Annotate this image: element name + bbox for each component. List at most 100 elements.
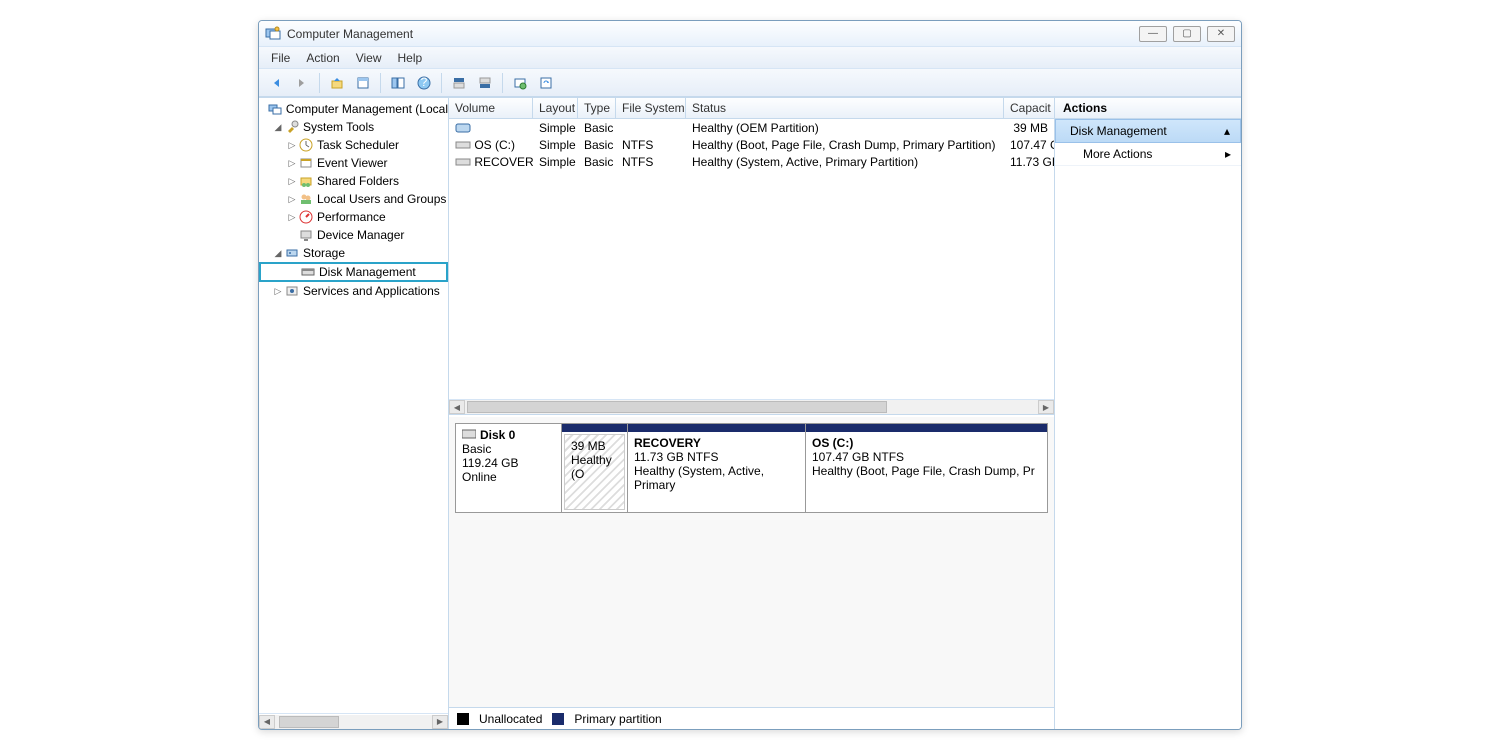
partition-header	[562, 424, 627, 432]
settings-button[interactable]	[509, 72, 531, 94]
tools-icon	[285, 120, 299, 134]
volume-name: OS (C:)	[474, 138, 515, 152]
col-filesystem[interactable]: File System	[616, 98, 686, 118]
action-label: Disk Management	[1070, 124, 1167, 138]
properties-button[interactable]	[352, 72, 374, 94]
scroll-left-button[interactable]: ◀	[449, 400, 465, 414]
scroll-right-button[interactable]: ▶	[1038, 400, 1054, 414]
tree-performance[interactable]: ▷ Performance	[259, 208, 448, 226]
toolbar: ?	[259, 69, 1241, 97]
titlebar: Computer Management — ▢ ✕	[259, 21, 1241, 47]
nav-tree[interactable]: Computer Management (Local ◢ System Tool…	[259, 98, 448, 713]
volume-status: Healthy (System, Active, Primary Partiti…	[686, 155, 1004, 169]
disk-state: Online	[462, 470, 555, 484]
device-icon	[299, 228, 313, 242]
partition-body: RECOVERY 11.73 GB NTFS Healthy (System, …	[628, 432, 805, 512]
col-layout[interactable]: Layout	[533, 98, 578, 118]
tree-services[interactable]: ▷ Services and Applications	[259, 282, 448, 300]
nav-horizontal-scrollbar[interactable]: ◀ ▶	[259, 713, 448, 729]
refresh-button[interactable]	[535, 72, 557, 94]
tree-label: Local Users and Groups	[317, 192, 446, 206]
expand-icon[interactable]: ▷	[287, 176, 297, 187]
minimize-button[interactable]: —	[1139, 26, 1167, 42]
col-capacity[interactable]: Capacit	[1004, 98, 1054, 118]
storage-icon	[285, 246, 299, 260]
tree-storage[interactable]: ◢ Storage	[259, 244, 448, 262]
partition-os[interactable]: OS (C:) 107.47 GB NTFS Healthy (Boot, Pa…	[806, 424, 1047, 512]
partition-header	[628, 424, 805, 432]
view-top-button[interactable]	[448, 72, 470, 94]
folder-share-icon	[299, 174, 313, 188]
drive-icon	[455, 139, 471, 151]
tree-label: Services and Applications	[303, 284, 440, 298]
maximize-button[interactable]: ▢	[1173, 26, 1201, 42]
expand-icon[interactable]: ▷	[273, 286, 283, 297]
scroll-right-button[interactable]: ▶	[432, 715, 448, 729]
legend-swatch-primary	[552, 713, 564, 725]
disk-info[interactable]: Disk 0 Basic 119.24 GB Online	[456, 424, 562, 512]
col-type[interactable]: Type	[578, 98, 616, 118]
tree-label: Performance	[317, 210, 386, 224]
scroll-track[interactable]	[465, 400, 1038, 414]
disk-type: Basic	[462, 442, 555, 456]
disk-block[interactable]: Disk 0 Basic 119.24 GB Online 39 MB Heal…	[455, 423, 1048, 513]
expand-icon[interactable]: ▷	[287, 140, 297, 151]
partition-title: RECOVERY	[634, 436, 799, 450]
tree-event-viewer[interactable]: ▷ Event Viewer	[259, 154, 448, 172]
scroll-left-button[interactable]: ◀	[259, 715, 275, 729]
tree-shared-folders[interactable]: ▷ Shared Folders	[259, 172, 448, 190]
action-more-actions[interactable]: More Actions ▸	[1055, 143, 1241, 166]
collapse-icon[interactable]: ◢	[273, 248, 283, 259]
scroll-thumb[interactable]	[279, 716, 339, 728]
back-button[interactable]	[265, 72, 287, 94]
partition-recovery[interactable]: RECOVERY 11.73 GB NTFS Healthy (System, …	[628, 424, 806, 512]
partition-oem[interactable]: 39 MB Healthy (O	[562, 424, 628, 512]
up-button[interactable]	[326, 72, 348, 94]
show-hide-tree-button[interactable]	[387, 72, 409, 94]
expand-icon[interactable]: ▷	[287, 194, 297, 205]
volume-row[interactable]: Simple Basic Healthy (OEM Partition) 39 …	[449, 119, 1054, 136]
expand-icon[interactable]: ▷	[287, 212, 297, 223]
volume-layout: Simple	[533, 121, 578, 135]
partition-header	[806, 424, 1047, 432]
volume-list-header: Volume Layout Type File System Status Ca…	[449, 98, 1054, 119]
view-bottom-button[interactable]	[474, 72, 496, 94]
disk-size: 119.24 GB	[462, 456, 555, 470]
volume-row[interactable]: RECOVERY Simple Basic NTFS Healthy (Syst…	[449, 153, 1054, 170]
volume-row[interactable]: OS (C:) Simple Basic NTFS Healthy (Boot,…	[449, 136, 1054, 153]
help-button[interactable]: ?	[413, 72, 435, 94]
volume-capacity: 11.73 GI	[1004, 155, 1054, 169]
svg-text:?: ?	[421, 76, 428, 89]
volume-list[interactable]: Simple Basic Healthy (OEM Partition) 39 …	[449, 119, 1054, 399]
partition-body: 39 MB Healthy (O	[564, 434, 625, 510]
col-status[interactable]: Status	[686, 98, 1004, 118]
volume-type: Basic	[578, 138, 616, 152]
close-button[interactable]: ✕	[1207, 26, 1235, 42]
menu-view[interactable]: View	[348, 47, 390, 68]
volume-type: Basic	[578, 121, 616, 135]
menu-help[interactable]: Help	[390, 47, 431, 68]
partition-status: Healthy (O	[571, 453, 618, 481]
tree-label: Device Manager	[317, 228, 404, 242]
tree-disk-management[interactable]: Disk Management	[259, 262, 448, 282]
tree-root[interactable]: Computer Management (Local	[259, 100, 448, 118]
tree-system-tools[interactable]: ◢ System Tools	[259, 118, 448, 136]
menu-action[interactable]: Action	[298, 47, 347, 68]
menu-file[interactable]: File	[263, 47, 298, 68]
scroll-track[interactable]	[275, 715, 432, 729]
expand-icon[interactable]: ▷	[287, 158, 297, 169]
volume-name: RECOVERY	[474, 155, 533, 169]
action-disk-management[interactable]: Disk Management ▴	[1055, 119, 1241, 143]
volume-capacity: 39 MB	[1004, 121, 1054, 135]
volume-horizontal-scrollbar[interactable]: ◀ ▶	[449, 399, 1054, 415]
forward-button[interactable]	[291, 72, 313, 94]
collapse-icon[interactable]: ◢	[273, 122, 283, 133]
tree-task-scheduler[interactable]: ▷ Task Scheduler	[259, 136, 448, 154]
legend-label: Primary partition	[574, 712, 661, 726]
scroll-thumb[interactable]	[467, 401, 887, 413]
col-volume[interactable]: Volume	[449, 98, 533, 118]
volume-fs: NTFS	[616, 155, 686, 169]
drive-icon	[455, 122, 471, 134]
tree-device-manager[interactable]: Device Manager	[259, 226, 448, 244]
tree-local-users[interactable]: ▷ Local Users and Groups	[259, 190, 448, 208]
